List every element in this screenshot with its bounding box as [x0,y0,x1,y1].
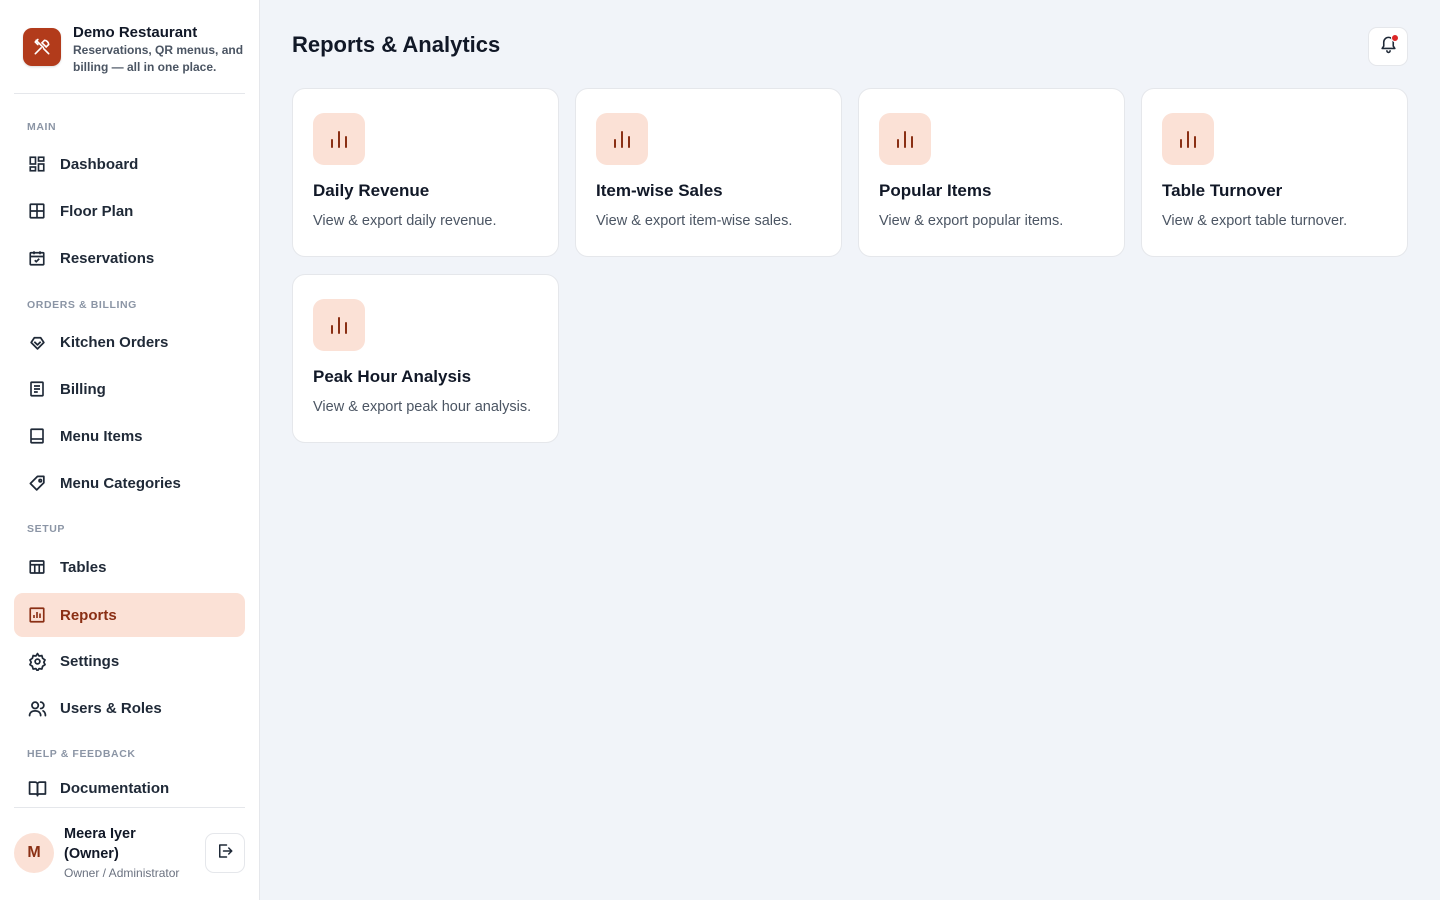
user-role: Owner / Administrator [64,866,180,880]
bar-chart-icon [596,113,648,165]
sidebar-item-reservations[interactable]: Reservations [14,236,245,280]
bar-chart-icon [879,113,931,165]
report-card-daily-revenue[interactable]: Daily Revenue View & export daily revenu… [292,88,559,257]
sidebar-item-label: Kitchen Orders [60,333,169,351]
sidebar-item-reports[interactable]: Reports [14,593,245,637]
card-description: View & export item-wise sales. [596,213,793,229]
sidebar-item-tables[interactable]: Tables [14,545,245,589]
card-description: View & export daily revenue. [313,213,497,229]
dashboard-icon [27,154,47,174]
sidebar-item-documentation[interactable]: Documentation [14,770,245,806]
sidebar-item-settings[interactable]: Settings [14,639,245,683]
nav-section-help: HELP & FEEDBACK [27,748,136,760]
brand-tagline: Reservations, QR menus, and billing — al… [73,43,244,74]
calendar-check-icon [27,248,47,268]
open-book-icon [27,778,47,798]
book-icon [27,426,47,446]
logout-icon [216,842,234,865]
sidebar-item-users-roles[interactable]: Users & Roles [14,686,245,730]
brand-header: Demo Restaurant Reservations, QR menus, … [14,16,245,94]
card-description: View & export popular items. [879,213,1064,229]
notification-badge [1391,34,1399,42]
bar-chart-icon [313,113,365,165]
card-title: Daily Revenue [313,181,430,200]
chef-hat-icon [27,332,47,352]
restaurant-logo-icon [23,28,61,66]
sidebar-item-label: Documentation [60,779,170,797]
sidebar-item-label: Menu Items [60,427,143,445]
bar-chart-icon [1162,113,1214,165]
sidebar-item-label: Dashboard [60,155,139,173]
bar-chart-icon [313,299,365,351]
card-description: View & export table turnover. [1162,213,1348,229]
report-card-peak-hour-analysis[interactable]: Peak Hour Analysis View & export peak ho… [292,274,559,443]
sidebar-item-kitchen-orders[interactable]: Kitchen Orders [14,320,245,364]
user-name: Meera Iyer (Owner) [64,826,136,862]
users-icon [27,698,47,718]
sidebar-item-label: Reports [60,606,117,624]
card-title: Table Turnover [1162,181,1283,200]
sidebar-item-label: Floor Plan [60,202,134,220]
sidebar-item-label: Settings [60,652,120,670]
tag-icon [27,473,47,493]
gear-icon [27,651,47,671]
avatar: M [14,833,54,873]
sidebar-item-floor-plan[interactable]: Floor Plan [14,189,245,233]
grid-icon [27,201,47,221]
nav-section-setup: SETUP [27,523,66,535]
card-description: View & export peak hour analysis. [313,399,532,415]
report-card-table-turnover[interactable]: Table Turnover View & export table turno… [1141,88,1408,257]
table-icon [27,557,47,577]
sidebar-item-billing[interactable]: Billing [14,367,245,411]
nav-section-main: MAIN [27,121,57,133]
sidebar-item-label: Users & Roles [60,699,162,717]
brand-name: Demo Restaurant [73,24,198,41]
sidebar-item-label: Menu Categories [60,474,181,492]
card-title: Peak Hour Analysis [313,367,472,386]
logout-button[interactable] [205,833,245,873]
receipt-icon [27,379,47,399]
sidebar-item-menu-categories[interactable]: Menu Categories [14,461,245,505]
report-card-item-wise-sales[interactable]: Item-wise Sales View & export item-wise … [575,88,842,257]
sidebar-item-menu-items[interactable]: Menu Items [14,414,245,458]
sidebar-item-label: Tables [60,558,107,576]
report-card-popular-items[interactable]: Popular Items View & export popular item… [858,88,1125,257]
nav-section-orders: ORDERS & BILLING [27,299,137,311]
bar-chart-icon [27,605,47,625]
user-profile: M Meera Iyer (Owner) Owner / Administrat… [14,807,245,900]
sidebar-item-dashboard[interactable]: Dashboard [14,142,245,186]
card-title: Popular Items [879,181,992,200]
notifications-button[interactable] [1368,27,1408,66]
card-title: Item-wise Sales [596,181,723,200]
sidebar-item-label: Reservations [60,249,155,267]
sidebar-item-label: Billing [60,380,106,398]
sidebar: Demo Restaurant Reservations, QR menus, … [0,0,260,900]
page-title: Reports & Analytics [292,32,501,57]
